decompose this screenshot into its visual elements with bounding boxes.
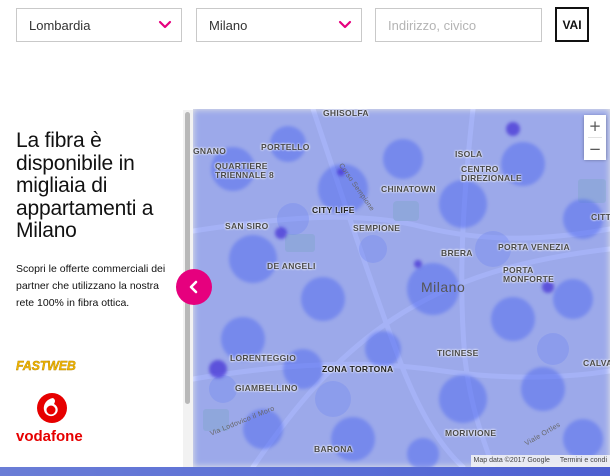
district-label: LORENTEGGIO [230,353,297,363]
district-label: QUARTIERE TRIENNALE 8 [215,161,275,180]
district-label: CALVA [583,358,610,368]
bottom-gradient-band [0,467,610,476]
district-label: TICINESE [437,348,479,358]
region-select[interactable]: Lombardia [16,8,182,42]
zoom-out-button[interactable]: − [584,138,606,160]
district-label: ZONA TORTONA [322,364,394,374]
district-label: CITY LIFE [312,205,355,215]
map-data-credit: Map data ©2017 Google [473,457,550,464]
district-label: GNANO [193,146,227,156]
info-panel: La fibra è disponibile in migliaia di ap… [16,129,166,312]
region-select-value: Lombardia [29,18,91,33]
map-terms-link[interactable]: Termini e condi [560,457,607,464]
district-label: MORIVIONE [445,428,497,438]
city-select[interactable]: Milano [196,8,362,42]
panel-scrollbar-thumb[interactable] [185,112,190,404]
zoom-in-button[interactable]: + [584,115,606,137]
svg-text:FASTWEB: FASTWEB [16,359,76,373]
district-label: SEMPIONE [353,223,401,233]
district-label: PORTA MONFORTE [503,265,555,284]
chevron-down-icon [158,20,172,29]
district-label: CENTRO DIREZIONALE [461,164,522,183]
district-label: PORTELLO [261,142,310,152]
map-zoom-controls: + − [584,115,606,160]
district-label: BARONA [314,444,354,454]
vodafone-logo[interactable]: vodafone [16,392,96,446]
city-label: Milano [421,279,466,295]
district-label: DE ANGELI [267,261,316,271]
svg-text:vodafone: vodafone [16,428,83,445]
address-input[interactable] [375,8,542,42]
district-label: CHINATOWN [381,184,436,194]
carousel-prev-button[interactable] [176,269,212,305]
district-label: GIAMBELLINO [235,383,298,393]
district-label: BRERA [441,248,473,258]
district-label: ISOLA [455,149,483,159]
address-search-bar: Lombardia Milano VAI [0,0,610,48]
description: Scopri le offerte commerciali dei partne… [16,262,166,309]
chevron-down-icon [338,20,352,29]
district-label: SAN SIRO [225,221,269,231]
city-select-value: Milano [209,18,248,33]
district-label: PORTA VENEZIA [498,242,570,252]
map-attribution: Map data ©2017 Google Termini e condi [470,455,610,467]
chevron-left-icon [189,280,198,294]
fastweb-logo[interactable]: FASTWEB [16,357,96,375]
coverage-page: Lombardia Milano VAI La fibra è disponib… [0,0,610,476]
coverage-map[interactable]: GHISOLFA GNANO PORTELLO QUARTIERE TRIENN… [193,109,610,467]
vai-button[interactable]: VAI [555,7,589,42]
district-label: CITT [591,212,610,222]
headline: La fibra è disponibile in migliaia di ap… [16,129,154,242]
district-label: GHISOLFA [323,109,369,118]
